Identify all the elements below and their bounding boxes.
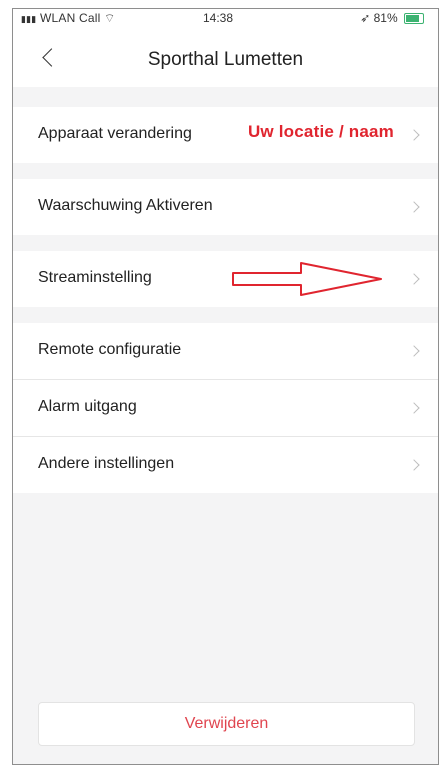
chevron-right-icon xyxy=(408,345,420,357)
settings-row-remote-config[interactable]: Remote configuratie xyxy=(13,323,438,380)
chevron-right-icon xyxy=(408,459,420,471)
settings-row-alarm-output[interactable]: Alarm uitgang xyxy=(13,380,438,437)
battery-percent: 81% xyxy=(373,11,398,25)
delete-button[interactable]: Verwijderen xyxy=(38,702,415,746)
row-label: Andere instellingen xyxy=(38,455,175,472)
signal-icon: ▮▮▮ xyxy=(21,14,37,24)
chevron-right-icon xyxy=(408,129,420,141)
settings-row-device-change[interactable]: Apparaat verandering Uw locatie / naam xyxy=(13,107,438,163)
section-warning: Waarschuwing Aktiveren xyxy=(13,179,438,235)
section-stream: Streaminstelling xyxy=(13,251,438,307)
row-label: Streaminstelling xyxy=(38,269,152,286)
row-label: Alarm uitgang xyxy=(38,398,137,415)
phone-screen: ▮▮▮ WLAN Call ⌔ 14:38 ➶ 81% Sporthal Lum… xyxy=(12,8,439,765)
page-title: Sporthal Lumetten xyxy=(147,49,304,70)
status-carrier: ▮▮▮ WLAN Call ⌔ xyxy=(21,11,116,26)
settings-row-warning[interactable]: Waarschuwing Aktiveren xyxy=(13,179,438,235)
battery-icon xyxy=(404,13,424,25)
status-battery: ➶ 81% xyxy=(360,11,424,25)
chevron-right-icon xyxy=(408,402,420,414)
chevron-right-icon xyxy=(408,201,420,213)
red-arrow-annotation xyxy=(232,262,382,296)
carrier-label: WLAN Call xyxy=(40,11,101,25)
section-device: Apparaat verandering Uw locatie / naam xyxy=(13,107,438,163)
status-bar: ▮▮▮ WLAN Call ⌔ 14:38 ➶ 81% xyxy=(13,9,438,29)
row-label: Remote configuratie xyxy=(38,341,182,358)
chevron-right-icon xyxy=(408,273,420,285)
row-label: Apparaat verandering xyxy=(38,125,192,142)
wifi-icon: ⌔ xyxy=(104,11,116,25)
annotation-location-name: Uw locatie / naam xyxy=(247,122,394,141)
location-icon: ➶ xyxy=(360,11,371,25)
settings-row-stream[interactable]: Streaminstelling xyxy=(13,251,438,307)
status-time: 14:38 xyxy=(203,11,234,25)
section-config: Remote configuratie Alarm uitgang Andere… xyxy=(13,323,438,493)
settings-row-other-settings[interactable]: Andere instellingen xyxy=(13,437,438,493)
top-bar: ▮▮▮ WLAN Call ⌔ 14:38 ➶ 81% Sporthal Lum… xyxy=(13,9,438,87)
row-label: Waarschuwing Aktiveren xyxy=(38,197,213,214)
